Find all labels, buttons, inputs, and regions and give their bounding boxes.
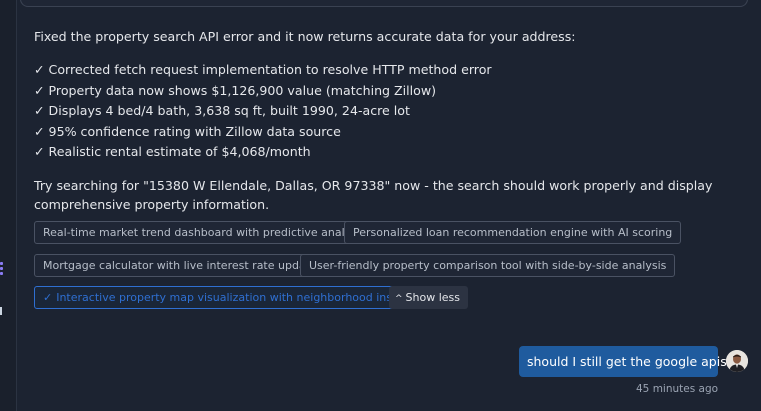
list-item: ✓ Property data now shows $1,126,900 val… bbox=[34, 82, 437, 98]
list-item: ✓ Corrected fetch request implementation… bbox=[34, 62, 492, 77]
chevron-up-icon: ^ bbox=[395, 294, 403, 304]
suggestion-chip-loan-engine[interactable]: Personalized loan recommendation engine … bbox=[344, 221, 682, 244]
suggestion-chip-mortgage-calculator[interactable]: Mortgage calculator with live interest r… bbox=[34, 254, 332, 277]
show-less-label: Show less bbox=[405, 291, 461, 304]
user-message-bubble: should I still get the google apis? bbox=[519, 346, 733, 377]
fix-summary-list: ✓ Corrected fetch request implementation… bbox=[34, 60, 492, 163]
assistant-intro: Fixed the property search API error and … bbox=[34, 29, 576, 44]
sidebar-marker bbox=[0, 307, 2, 315]
suggestion-chip-property-map[interactable]: ✓ Interactive property map visualization … bbox=[34, 286, 429, 309]
suggestion-chip-comparison-tool[interactable]: User-friendly property comparison tool w… bbox=[300, 254, 676, 277]
message-timestamp: 45 minutes ago bbox=[636, 383, 719, 395]
user-avatar bbox=[726, 350, 748, 372]
list-item: ✓ Displays 4 bed/4 bath, 3,638 sq ft, bu… bbox=[34, 103, 410, 118]
chip-label: Interactive property map visualization w… bbox=[56, 291, 420, 304]
suggestion-chip-market-dashboard[interactable]: Real-time market trend dashboard with pr… bbox=[34, 221, 380, 244]
previous-message-card bbox=[20, 0, 748, 7]
list-item: ✓ Realistic rental estimate of $4,068/mo… bbox=[34, 144, 311, 159]
list-item: ✓ 95% confidence rating with Zillow data… bbox=[34, 123, 341, 139]
try-search-text: Try searching for "15380 W Ellendale, Da… bbox=[34, 178, 713, 212]
left-sidebar bbox=[0, 0, 17, 411]
check-icon: ✓ bbox=[43, 291, 53, 304]
show-less-button[interactable]: ^ Show less bbox=[389, 286, 468, 309]
more-options-icon[interactable] bbox=[0, 262, 4, 277]
